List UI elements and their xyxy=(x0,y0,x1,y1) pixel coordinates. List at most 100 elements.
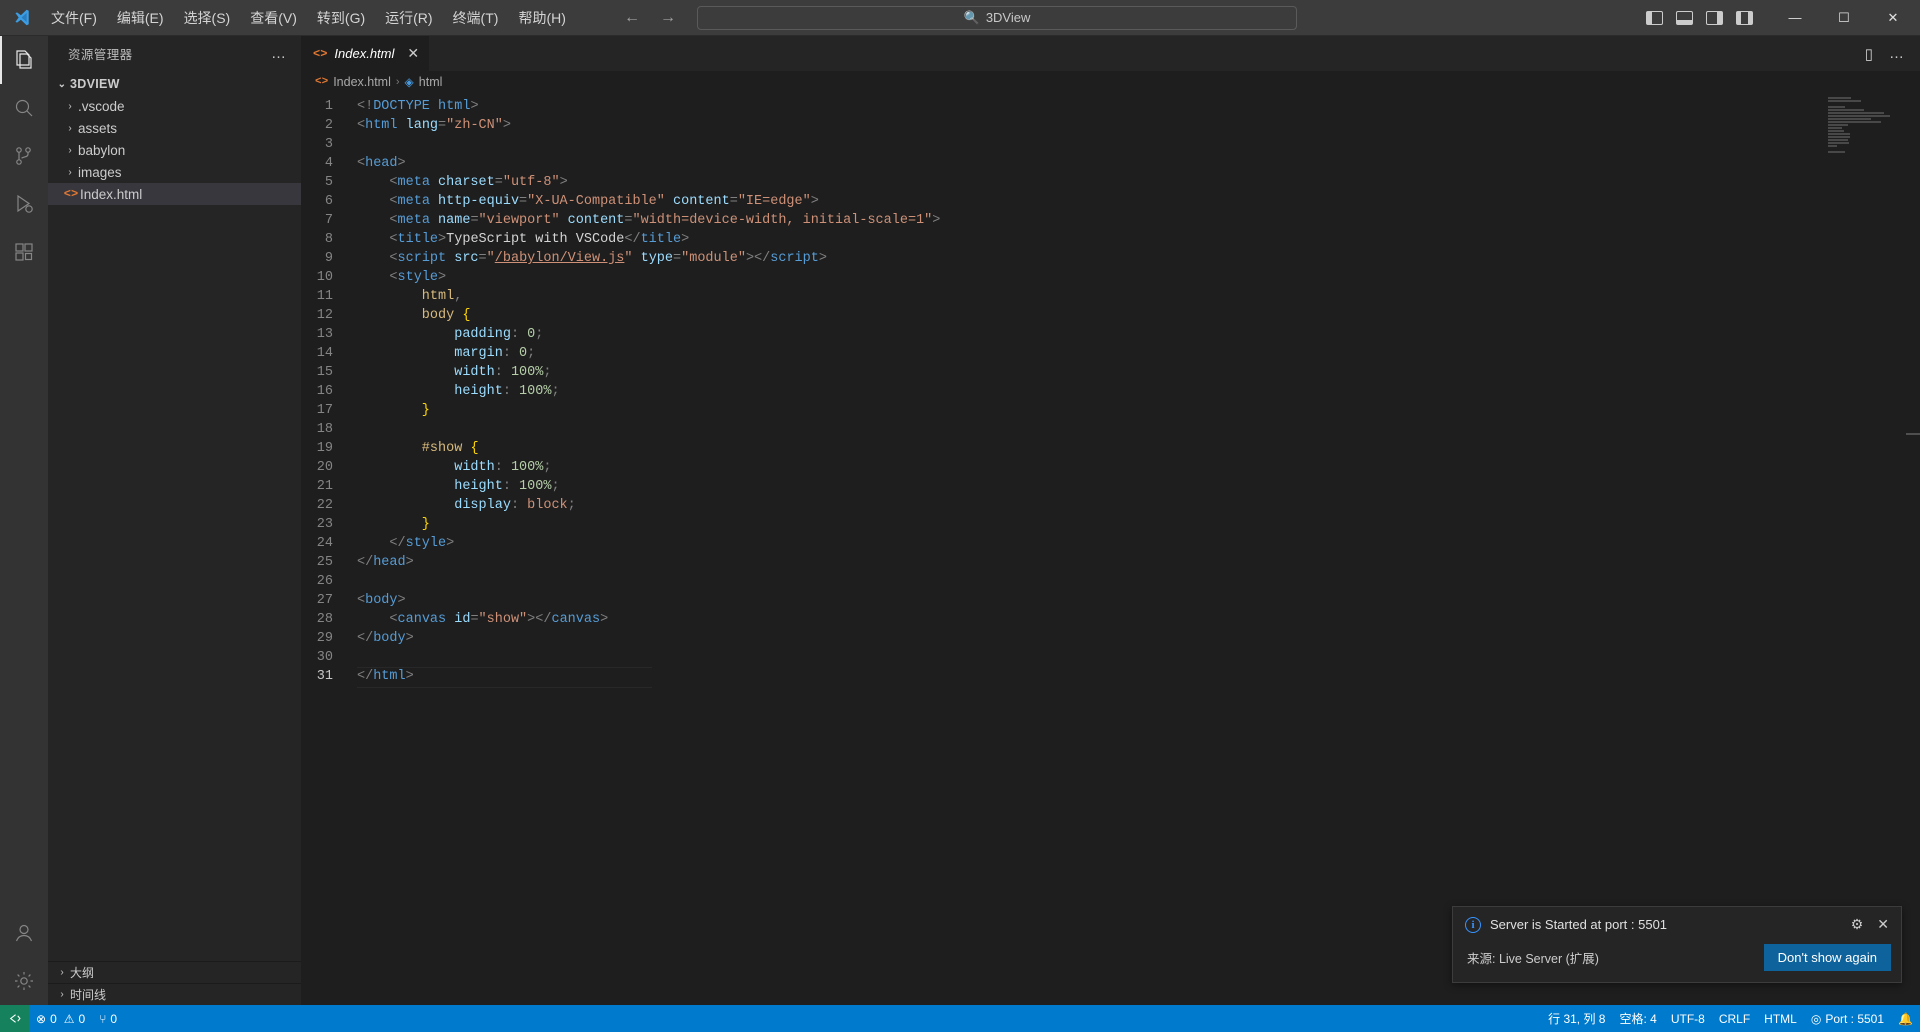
status-encoding[interactable]: UTF-8 xyxy=(1664,1005,1712,1032)
code-token: body xyxy=(373,631,406,646)
activity-item-source-control[interactable] xyxy=(0,132,48,180)
customize-layout-icon[interactable] xyxy=(1736,10,1753,25)
activity-item-settings[interactable] xyxy=(0,957,48,1005)
activity-item-extensions[interactable] xyxy=(0,228,48,276)
minimize-button[interactable]: — xyxy=(1772,0,1818,36)
code-line[interactable]: 19 #show { xyxy=(301,439,1920,458)
status-notifications-bell[interactable]: 🔔 xyxy=(1891,1005,1920,1032)
code-line[interactable]: 17 } xyxy=(301,401,1920,420)
code-line[interactable]: 8 <title>TypeScript with VSCode</title> xyxy=(301,230,1920,249)
menu-view[interactable]: 查看(V) xyxy=(241,4,306,32)
code-line[interactable]: 25 </head> xyxy=(301,553,1920,572)
code-line[interactable]: 24 </style> xyxy=(301,534,1920,553)
toggle-primary-sidebar-icon[interactable] xyxy=(1646,10,1663,25)
tree-root-3dview[interactable]: ⌄ 3DVIEW xyxy=(48,73,301,95)
code-line[interactable]: 15 width: 100%; xyxy=(301,363,1920,382)
status-indentation[interactable]: 空格: 4 xyxy=(1612,1005,1663,1032)
code-line[interactable]: 23 } xyxy=(301,515,1920,534)
code-line[interactable]: 12 body { xyxy=(301,306,1920,325)
menu-run[interactable]: 运行(R) xyxy=(376,4,441,32)
code-line[interactable]: 22 display: block; xyxy=(301,496,1920,515)
tree-item-images[interactable]: › images xyxy=(48,161,301,183)
code-token: : xyxy=(494,460,503,475)
code-line[interactable]: 21 height: 100%; xyxy=(301,477,1920,496)
status-remote-host[interactable] xyxy=(0,1005,29,1032)
tree-item-index-html[interactable]: <> Index.html xyxy=(48,183,301,205)
code-editor[interactable]: 1 <!DOCTYPE html> 2 <html lang="zh-CN"> 3 4 <… xyxy=(301,93,1920,1005)
status-problems[interactable]: ⊗ 0 ⚠ 0 xyxy=(29,1005,92,1032)
line-number: 23 xyxy=(316,517,333,532)
code-line[interactable]: 31 </html> xyxy=(301,666,1920,688)
status-live-server-port[interactable]: ◎ Port : 5501 xyxy=(1804,1005,1891,1032)
code-content[interactable]: 1 <!DOCTYPE html> 2 <html lang="zh-CN"> 3 4 <… xyxy=(301,93,1920,1005)
chevron-down-icon: ⌄ xyxy=(57,78,67,90)
code-line[interactable]: 20 width: 100%; xyxy=(301,458,1920,477)
status-language-mode[interactable]: HTML xyxy=(1757,1005,1804,1032)
code-line[interactable]: 9 <script src="/babylon/View.js" type="m… xyxy=(301,249,1920,268)
menu-help[interactable]: 帮助(H) xyxy=(509,4,574,32)
code-line[interactable]: 1 <!DOCTYPE html> xyxy=(301,97,1920,116)
code-line[interactable]: 2 <html lang="zh-CN"> xyxy=(301,116,1920,135)
forward-arrow-icon[interactable]: → xyxy=(659,9,677,27)
toggle-panel-icon[interactable] xyxy=(1676,10,1693,25)
code-line[interactable]: 26 xyxy=(301,572,1920,591)
activity-item-run-debug[interactable] xyxy=(0,180,48,228)
tree-item-assets[interactable]: › assets xyxy=(48,117,301,139)
code-line[interactable]: 7 <meta name="viewport" content="width=d… xyxy=(301,211,1920,230)
back-arrow-icon[interactable]: ← xyxy=(623,9,641,27)
code-line[interactable]: 27 <body> xyxy=(301,591,1920,610)
code-line[interactable]: 14 margin: 0; xyxy=(301,344,1920,363)
gear-icon[interactable]: ⚙ xyxy=(1851,916,1864,933)
status-eol[interactable]: CRLF xyxy=(1712,1005,1757,1032)
menu-terminal[interactable]: 终端(T) xyxy=(444,4,508,32)
code-line[interactable]: 3 xyxy=(301,135,1920,154)
code-line[interactable]: 5 <meta charset="utf-8"> xyxy=(301,173,1920,192)
more-actions-icon[interactable]: … xyxy=(1889,45,1904,62)
code-line[interactable]: 11 html, xyxy=(301,287,1920,306)
panel-outline[interactable]: › 大纲 xyxy=(48,961,301,983)
breadcrumb-file[interactable]: <> Index.html xyxy=(315,75,391,89)
dont-show-again-button[interactable]: Don't show again xyxy=(1763,944,1891,971)
minimap[interactable] xyxy=(1828,97,1906,159)
code-token: > xyxy=(397,593,406,608)
code-line[interactable]: 30 xyxy=(301,648,1920,667)
code-token: "IE=edge" xyxy=(737,194,811,209)
code-line[interactable]: 18 xyxy=(301,420,1920,439)
menu-file[interactable]: 文件(F) xyxy=(42,4,106,32)
tree-item-babylon[interactable]: › babylon xyxy=(48,139,301,161)
menu-go[interactable]: 转到(G) xyxy=(308,4,374,32)
breadcrumb-symbol[interactable]: ◈ html xyxy=(405,75,443,89)
code-line[interactable]: 6 <meta http-equiv="X-UA-Compatible" con… xyxy=(301,192,1920,211)
code-line[interactable]: 13 padding: 0; xyxy=(301,325,1920,344)
code-line[interactable]: 29 </body> xyxy=(301,629,1920,648)
activity-item-accounts[interactable] xyxy=(0,909,48,957)
chevron-right-icon: › xyxy=(60,967,64,978)
maximize-button[interactable]: ☐ xyxy=(1821,0,1867,36)
sidebar-more-actions-icon[interactable]: … xyxy=(265,45,293,62)
code-token: : xyxy=(494,365,503,380)
code-token: : xyxy=(510,498,520,513)
split-editor-icon[interactable]: ▯ xyxy=(1865,45,1873,63)
code-line[interactable]: 10 <style> xyxy=(301,268,1920,287)
title-bar-right: — ☐ ✕ xyxy=(1646,0,1920,35)
menu-edit[interactable]: 编辑(E) xyxy=(108,4,173,32)
close-icon[interactable]: ✕ xyxy=(407,45,419,62)
status-cursor-position[interactable]: 行 31, 列 8 xyxy=(1541,1005,1612,1032)
tree-item-vscode[interactable]: › .vscode xyxy=(48,95,301,117)
toggle-secondary-sidebar-icon[interactable] xyxy=(1706,10,1723,25)
activity-item-search[interactable] xyxy=(0,84,48,132)
code-token: ; xyxy=(543,365,552,380)
menu-selection[interactable]: 选择(S) xyxy=(175,4,240,32)
quick-search-input[interactable]: 🔍 3DView xyxy=(697,5,1297,30)
status-ports[interactable]: ⑂ 0 xyxy=(92,1005,124,1032)
panel-timeline[interactable]: › 时间线 xyxy=(48,983,301,1005)
tab-index-html[interactable]: <> Index.html ✕ xyxy=(301,36,431,71)
close-window-button[interactable]: ✕ xyxy=(1870,0,1916,36)
activity-item-explorer[interactable] xyxy=(0,36,48,84)
code-line[interactable]: 28 <canvas id="show"></canvas> xyxy=(301,610,1920,629)
code-line[interactable]: 4 <head> xyxy=(301,154,1920,173)
scrollbar-decoration[interactable] xyxy=(1906,433,1920,435)
close-icon[interactable]: ✕ xyxy=(1877,916,1889,933)
code-line[interactable]: 16 height: 100%; xyxy=(301,382,1920,401)
